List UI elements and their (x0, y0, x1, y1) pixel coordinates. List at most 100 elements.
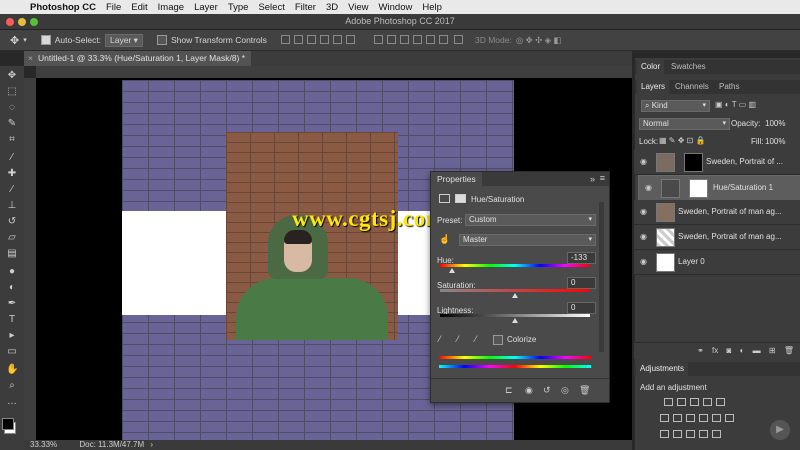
distribute-bottom-icon[interactable] (399, 34, 409, 44)
brush-tool-icon[interactable]: ∕ (6, 184, 18, 195)
gradient-map-icon[interactable] (699, 430, 708, 438)
saturation-slider-thumb[interactable] (512, 293, 518, 298)
lasso-tool-icon[interactable]: ◌ (6, 102, 18, 113)
saturation-slider-track[interactable] (440, 289, 590, 292)
lightness-value-field[interactable]: 0 (567, 302, 596, 314)
align-top-icon[interactable] (280, 34, 290, 44)
color-lookup-icon[interactable] (725, 414, 734, 422)
hand-tool-icon[interactable]: ✋ (6, 364, 18, 375)
posterize-icon[interactable] (673, 430, 682, 438)
gradient-tool-icon[interactable]: ▤ (6, 248, 18, 259)
layer-row[interactable]: ◉ Sweden, Portrait of man ag... (634, 200, 800, 225)
auto-select-dropdown[interactable]: Layer ▾ (105, 33, 143, 47)
clip-to-layer-icon[interactable]: ⊏ (505, 385, 513, 396)
link-layers-icon[interactable]: ⚭ (697, 346, 704, 355)
add-mask-icon[interactable]: ◙ (727, 346, 732, 355)
visibility-eye-icon[interactable]: ◎ (561, 385, 569, 396)
layer-row[interactable]: ◉ Sweden, Portrait of man ag... (634, 225, 800, 250)
visibility-eye-icon[interactable]: ◉ (645, 183, 652, 192)
layer-mask-icon[interactable] (455, 194, 466, 203)
foreground-color-swatch[interactable] (2, 418, 14, 430)
menu-help[interactable]: Help (422, 2, 442, 13)
vibrance-icon[interactable] (716, 398, 725, 406)
move-tool-icon[interactable]: ✥ (10, 34, 19, 47)
marquee-tool-icon[interactable]: ⬚ (6, 86, 18, 97)
auto-select-checkbox[interactable] (40, 35, 55, 46)
app-menu[interactable]: Photoshop CC (30, 2, 96, 13)
invert-icon[interactable] (660, 430, 669, 438)
properties-scrollbar[interactable] (599, 202, 604, 352)
layer-style-icon[interactable]: fx (712, 346, 718, 355)
fill-value[interactable]: 100% (765, 137, 785, 146)
zoom-tool-icon[interactable]: ⌕ (6, 380, 18, 391)
history-brush-tool-icon[interactable]: ↺ (6, 216, 18, 227)
adjustment-layer-icon[interactable] (439, 194, 450, 203)
selective-color-icon[interactable] (712, 430, 721, 438)
type-tool-icon[interactable]: T (6, 314, 18, 325)
menu-file[interactable]: File (106, 2, 121, 13)
menu-3d[interactable]: 3D (326, 2, 338, 13)
new-adjustment-icon[interactable]: ◐ (740, 346, 745, 355)
visibility-eye-icon[interactable]: ◉ (640, 157, 647, 166)
visibility-eye-icon[interactable]: ◉ (640, 232, 647, 241)
preset-dropdown[interactable]: Custom ▾ (465, 214, 596, 226)
menu-view[interactable]: View (348, 2, 368, 13)
align-vcenter-icon[interactable] (293, 34, 303, 44)
lightness-slider-thumb[interactable] (512, 318, 518, 323)
hue-slider-track[interactable] (440, 264, 590, 267)
tab-swatches[interactable]: Swatches (667, 60, 710, 74)
tab-channels[interactable]: Channels (671, 80, 713, 94)
tab-color[interactable]: Color (637, 60, 665, 74)
distribute-right-icon[interactable] (438, 34, 448, 44)
menu-window[interactable]: Window (379, 2, 413, 13)
crop-tool-icon[interactable]: ⌗ (6, 134, 18, 145)
layer-filter-icons[interactable]: ▣ ◐ T ▭ ▥ (715, 100, 756, 109)
more-tools-icon[interactable]: … (6, 396, 18, 407)
exposure-icon[interactable] (703, 398, 712, 406)
distribute-vcenter-icon[interactable] (386, 34, 396, 44)
distribute-top-icon[interactable] (373, 34, 383, 44)
hue-value-field[interactable]: -133 (567, 252, 596, 264)
eyedropper-plus-icon[interactable]: ⁄ (457, 334, 459, 344)
blend-mode-dropdown[interactable]: Normal ▾ (639, 118, 730, 130)
visibility-eye-icon[interactable]: ◉ (640, 207, 647, 216)
menu-filter[interactable]: Filter (295, 2, 316, 13)
tab-paths[interactable]: Paths (715, 80, 743, 94)
eraser-tool-icon[interactable]: ▱ (6, 232, 18, 243)
layer-row[interactable]: ◉ Layer 0 (634, 250, 800, 275)
healing-brush-tool-icon[interactable]: ✚ (6, 168, 18, 179)
new-group-icon[interactable]: ▬ (753, 346, 761, 355)
auto-align-icon[interactable] (453, 34, 463, 44)
opacity-value[interactable]: 100% (765, 119, 785, 128)
reset-icon[interactable]: ↺ (543, 385, 551, 396)
zoom-level[interactable]: 33.33% (30, 440, 57, 449)
menu-image[interactable]: Image (158, 2, 184, 13)
shape-tool-icon[interactable]: ▭ (6, 346, 18, 357)
trash-icon[interactable]: 🗑 (784, 346, 794, 355)
layer-filter-kind-dropdown[interactable]: ⌕ Kind ▾ (641, 100, 710, 112)
eyedropper-icon[interactable]: ⁄ (439, 334, 441, 344)
collapse-panel-icon[interactable]: » (590, 174, 595, 184)
quick-select-tool-icon[interactable]: ✎ (6, 118, 18, 129)
tool-preset-chevron-icon[interactable]: ▾ (23, 36, 27, 44)
layer-row[interactable]: ◉ Sweden, Portrait of ... (634, 150, 800, 175)
tab-layers[interactable]: Layers (637, 80, 670, 94)
doc-info[interactable]: Doc: 11.3M/47.7M (79, 440, 144, 449)
eyedropper-minus-icon[interactable]: ⁄ (475, 334, 477, 344)
distribute-hcenter-icon[interactable] (425, 34, 435, 44)
lightness-slider-track[interactable] (440, 314, 590, 317)
status-menu-chevron-icon[interactable]: › (150, 440, 153, 449)
distribute-left-icon[interactable] (412, 34, 422, 44)
clone-stamp-tool-icon[interactable]: ⊥ (6, 200, 18, 211)
path-selection-tool-icon[interactable]: ▸ (6, 330, 18, 341)
align-left-icon[interactable] (319, 34, 329, 44)
align-hcenter-icon[interactable] (332, 34, 342, 44)
layer-row-selected[interactable]: ◉ Hue/Saturation 1 (638, 175, 800, 201)
target-adjust-hand-icon[interactable]: ☝ (439, 234, 450, 245)
align-bottom-icon[interactable] (306, 34, 316, 44)
layer-mask-thumbnail[interactable] (689, 179, 708, 198)
levels-icon[interactable] (677, 398, 686, 406)
visibility-eye-icon[interactable]: ◉ (640, 257, 647, 266)
lock-icons[interactable]: ▦ ✎ ✥ ⊡ 🔒 (659, 136, 706, 145)
photo-filter-icon[interactable] (699, 414, 708, 422)
